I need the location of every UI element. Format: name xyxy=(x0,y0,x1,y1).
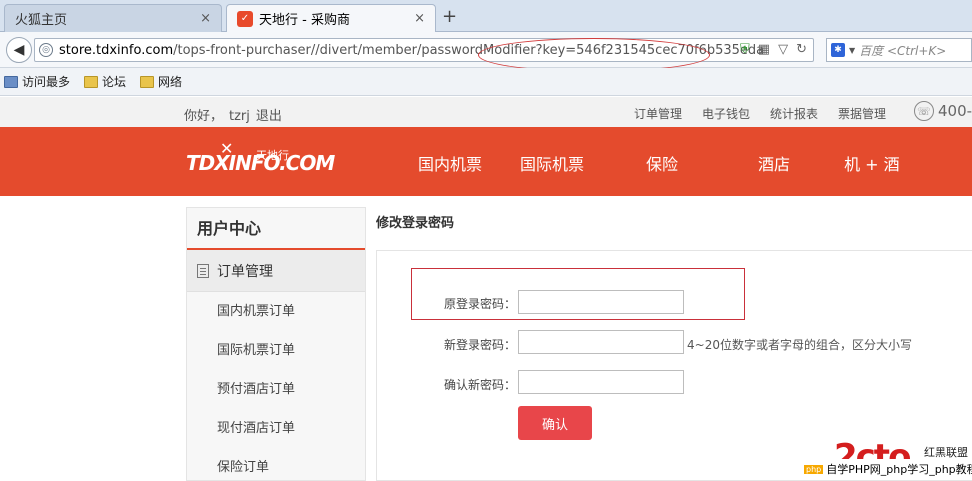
url-path: /tops-front-purchaser//divert/member/pas… xyxy=(173,42,765,58)
sidebar-title: 用户中心 xyxy=(187,208,365,250)
shield-icon[interactable]: ⛨ xyxy=(740,42,750,57)
reload-icon[interactable]: ↻ xyxy=(796,42,807,57)
folder-icon xyxy=(140,75,155,88)
bookmark-label: 论坛 xyxy=(102,75,127,89)
sidebar-item-domestic-flight-orders[interactable]: 国内机票订单 xyxy=(187,292,365,331)
top-links: 订单管理 电子钱包 统计报表 票据管理 xyxy=(634,105,886,122)
dropdown-arrow-icon[interactable]: ▽ xyxy=(778,42,788,57)
nav-flight-hotel[interactable]: 机 + 酒 xyxy=(844,151,900,175)
username: tzrj xyxy=(229,109,250,124)
sidebar-section-orders[interactable]: 订单管理 xyxy=(187,250,365,292)
site-logo[interactable]: ✕ TDXINFO.COM 天地行 xyxy=(186,139,335,183)
greeting-text: 你好， xyxy=(184,109,224,124)
qr-code-icon[interactable]: ▦ xyxy=(758,42,770,57)
navigation-bar: ◀ ◎ store.tdxinfo.com/tops-front-purchas… xyxy=(0,32,972,68)
browser-tab-strip: 火狐主页 × ✓ 天地行 - 采购商 × + xyxy=(0,0,972,32)
hotline-number: 400- xyxy=(938,102,972,120)
user-greeting: 你好， tzrj 退出 xyxy=(184,105,288,124)
tab-tdxinfo[interactable]: ✓ 天地行 - 采购商 × xyxy=(226,4,436,32)
paw-icon[interactable]: ✱ xyxy=(831,43,845,57)
watermark: 2cto 红黑联盟 php 自学PHP网_php学习_php教程 xyxy=(782,440,972,481)
url-actions: ⛨ ▦ ▽ ↻ xyxy=(740,42,807,57)
tab-firefox-home[interactable]: 火狐主页 × xyxy=(4,4,222,32)
globe-icon: ◎ xyxy=(39,43,53,57)
url-bar[interactable]: ◎ store.tdxinfo.com/tops-front-purchaser… xyxy=(34,38,814,62)
watermark-bar: php 自学PHP网_php学习_php教程 xyxy=(802,459,972,479)
site-favicon-icon: ✓ xyxy=(237,10,253,27)
new-password-hint: 4~20位数字或者字母的组合，区分大小写 xyxy=(687,338,912,352)
logo-cn: 天地行 xyxy=(256,149,289,162)
watermark-line: 自学PHP网_php学习_php教程 xyxy=(826,463,972,476)
sidebar-item-insurance-orders[interactable]: 保险订单 xyxy=(187,448,365,481)
tab-title: 火狐主页 xyxy=(15,13,68,28)
confirm-password-label: 确认新密码： xyxy=(443,378,516,392)
back-button[interactable]: ◀ xyxy=(6,37,32,63)
chevron-down-icon[interactable]: ▼ xyxy=(849,46,855,55)
bookmarks-bar: 访问最多 论坛 网络 xyxy=(0,68,972,96)
top-link-invoices[interactable]: 票据管理 xyxy=(838,105,886,122)
bookmark-label: 网络 xyxy=(158,75,183,89)
nav-domestic-flights[interactable]: 国内机票 xyxy=(418,151,482,175)
page-title: 修改登录密码 xyxy=(376,216,455,231)
new-password-label: 新登录密码： xyxy=(443,338,516,352)
phone-icon: ☏ xyxy=(914,101,934,121)
folder-icon xyxy=(84,75,99,88)
close-icon[interactable]: × xyxy=(408,11,425,26)
new-password-input[interactable] xyxy=(518,330,684,354)
bookmark-folder-icon xyxy=(4,75,18,88)
confirm-button[interactable]: 确认 xyxy=(518,406,592,440)
sidebar-item-international-flight-orders[interactable]: 国际机票订单 xyxy=(187,331,365,370)
site-header: ✕ TDXINFO.COM 天地行 国内机票 国际机票 保险 酒店 机 + 酒 xyxy=(0,127,972,196)
nav-hotels[interactable]: 酒店 xyxy=(758,151,790,175)
nav-international-flights[interactable]: 国际机票 xyxy=(520,151,584,175)
list-icon xyxy=(197,263,209,278)
old-password-label: 原登录密码： xyxy=(443,297,516,311)
bookmark-label: 访问最多 xyxy=(22,75,71,89)
arrow-left-icon: ◀ xyxy=(13,42,25,58)
new-tab-button[interactable]: + xyxy=(442,6,457,27)
top-link-orders[interactable]: 订单管理 xyxy=(634,105,682,122)
sidebar-item-prepaid-hotel-orders[interactable]: 预付酒店订单 xyxy=(187,370,365,409)
url-text: store.tdxinfo.com/tops-front-purchaser//… xyxy=(59,43,764,58)
tab-title: 天地行 - 采购商 xyxy=(259,13,350,28)
search-placeholder: 百度 <Ctrl+K> xyxy=(859,43,947,58)
logout-link[interactable]: 退出 xyxy=(256,109,282,124)
hotline: ☏ 400- xyxy=(914,101,972,121)
php-badge: php xyxy=(804,464,824,474)
site-top-bar: 你好， tzrj 退出 订单管理 电子钱包 统计报表 票据管理 ☏ 400- xyxy=(0,97,972,127)
bookmark-network[interactable]: 网络 xyxy=(140,73,182,90)
sidebar-item-pay-at-hotel-orders[interactable]: 现付酒店订单 xyxy=(187,409,365,448)
old-password-input[interactable] xyxy=(518,290,684,314)
nav-insurance[interactable]: 保险 xyxy=(646,151,678,175)
top-link-reports[interactable]: 统计报表 xyxy=(770,105,818,122)
search-box[interactable]: ✱ ▼ 百度 <Ctrl+K> xyxy=(826,38,972,62)
bookmark-most-visited[interactable]: 访问最多 xyxy=(4,73,70,90)
main-nav: 国内机票 国际机票 保险 酒店 机 + 酒 xyxy=(418,151,938,175)
top-link-wallet[interactable]: 电子钱包 xyxy=(702,105,750,122)
bookmark-forum[interactable]: 论坛 xyxy=(84,73,126,90)
confirm-password-input[interactable] xyxy=(518,370,684,394)
sidebar: 用户中心 订单管理 国内机票订单 国际机票订单 预付酒店订单 现付酒店订单 保险… xyxy=(186,207,366,481)
watermark-cn: 红黑联盟 xyxy=(924,446,968,459)
close-icon[interactable]: × xyxy=(194,11,211,26)
sidebar-section-label: 订单管理 xyxy=(217,263,273,280)
url-host: store.tdxinfo.com xyxy=(59,42,174,58)
